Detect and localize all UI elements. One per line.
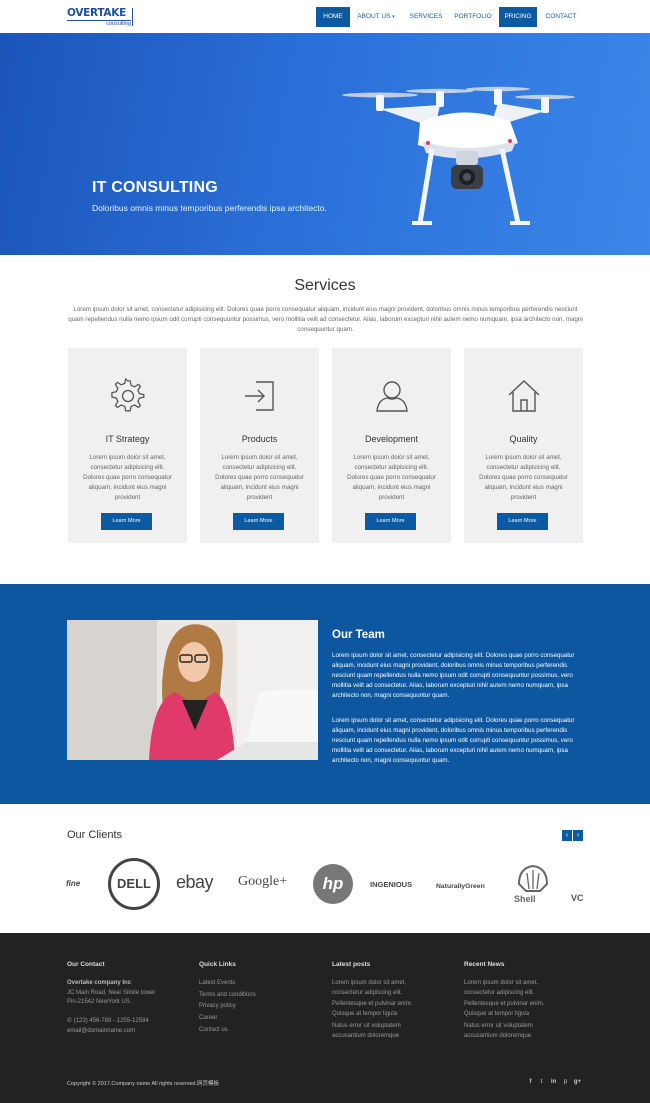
phone-icon: ✆ [67, 1018, 74, 1024]
footer-post-line[interactable]: Natus error sit voluptatem [332, 1021, 401, 1031]
logo-sub-text: consulting [67, 20, 131, 28]
service-card-quality: Quality Lorem ipsum dolor sit amet, cons… [464, 348, 583, 543]
service-card-it-strategy: IT Strategy Lorem ipsum dolor sit amet, … [68, 348, 187, 543]
logo[interactable]: OVERTAKE consulting [67, 7, 133, 28]
learn-more-button[interactable]: Learn More [497, 513, 548, 530]
shell-icon [517, 864, 549, 892]
client-logo-naturallygreen: NaturallyGreen [436, 883, 485, 890]
nav-services[interactable]: SERVICES [406, 7, 446, 27]
learn-more-button[interactable]: Learn More [233, 513, 284, 530]
footer-news-line[interactable]: Lorem ipsum dolor sit amet, [464, 978, 538, 988]
service-card-title: Products [241, 434, 278, 444]
service-card-development: Development Lorem ipsum dolor sit amet, … [332, 348, 451, 543]
footer-company-name: Overtake company Inc [67, 980, 132, 986]
footer-copyright: Copyright © 2017.Company name All rights… [67, 1081, 220, 1087]
twitter-icon[interactable]: t [537, 1079, 546, 1085]
footer-post-line[interactable]: Quisque at tempor ligula [332, 1009, 397, 1019]
chevron-left-icon[interactable]: ‹ [562, 830, 572, 841]
hero-subtitle: Doloribus omnis minus temporibus perfere… [92, 203, 327, 213]
service-card-title: Development [364, 434, 419, 444]
client-logo-vc: VC [571, 893, 584, 903]
footer-link-privacy[interactable]: Privacy policy [199, 1001, 236, 1011]
client-logo-dell: DELL [108, 858, 160, 910]
linkedin-icon[interactable]: in [549, 1079, 558, 1085]
footer-phone: ✆ (123) 456-789 - 1255-12584 [67, 1016, 149, 1026]
footer-news-line[interactable]: Pellentesque et pulvinar enim. [464, 999, 544, 1009]
footer-link-career[interactable]: Career [199, 1013, 217, 1023]
user-icon [376, 381, 408, 412]
chevron-down-icon: ▾ [392, 14, 395, 20]
learn-more-button[interactable]: Learn More [101, 513, 152, 530]
service-card-products: Products Lorem ipsum dolor sit amet, con… [200, 348, 319, 543]
footer-quick-links-heading: Quick Links [199, 961, 236, 968]
chevron-right-icon[interactable]: › [573, 830, 583, 841]
google-plus-icon[interactable]: g+ [573, 1079, 582, 1085]
nav-about-us-label: ABOUT US [357, 13, 391, 20]
clients-heading: Our Clients [67, 829, 123, 841]
facebook-icon[interactable]: f [526, 1079, 535, 1085]
footer-latest-posts-heading: Latest posts [332, 961, 371, 968]
footer-post-line[interactable]: accusantium doloremque [332, 1031, 399, 1041]
footer-news-line[interactable]: accusantium doloremque [464, 1031, 531, 1041]
footer-address-line: Pin-21542 NewYork US. [67, 999, 132, 1005]
hero-banner: IT CONSULTING Doloribus omnis minus temp… [0, 33, 650, 255]
home-icon [508, 380, 540, 412]
team-paragraph: Lorem ipsum dolor sit amet, consectetur … [332, 652, 575, 700]
footer-post-line[interactable]: consectetur adipiscing elit. [332, 988, 402, 998]
client-logo-shell: Shell [514, 894, 536, 904]
learn-more-button[interactable]: Learn More [365, 513, 416, 530]
sign-in-icon [245, 381, 274, 411]
footer-phone-text: (123) 456-789 - 1255-12584 [73, 1018, 149, 1024]
footer-email[interactable]: email@domainname.com [67, 1026, 135, 1036]
client-logo-fine: fine [66, 879, 81, 888]
nav-portfolio[interactable]: PORTFOLIO [451, 7, 495, 27]
footer-link-latest-events[interactable]: Latest Events [199, 978, 235, 988]
services-heading: Services [294, 277, 356, 294]
client-logo-ebay: ebay [176, 872, 214, 892]
pinterest-icon[interactable]: p [561, 1079, 570, 1085]
service-card-title: Quality [509, 434, 538, 444]
service-card-text: Lorem ipsum dolor sit amet, consectetur … [479, 454, 568, 501]
footer-post-line[interactable]: Pellentesque et pulvinar enim. [332, 999, 412, 1009]
team-paragraph: Lorem ipsum dolor sit amet, consectetur … [332, 717, 575, 765]
site-footer: Our Contact Overtake company Inc JC Main… [0, 933, 650, 1103]
hero-title: IT CONSULTING [92, 179, 218, 196]
team-section: Our Team Lorem ipsum dolor sit amet, con… [0, 584, 650, 804]
team-heading: Our Team [332, 629, 385, 641]
footer-news-line[interactable]: Natus error sit voluptatem [464, 1021, 533, 1031]
client-logo-google-plus: Google+ [238, 874, 288, 889]
nav-contact[interactable]: CONTACT [542, 7, 580, 27]
services-intro: Lorem ipsum dolor sit amet, consectetur … [68, 306, 583, 333]
footer-news-line[interactable]: Quisque at tempor ligula [464, 1009, 529, 1019]
site-header: OVERTAKE consulting HOME ABOUT US ▾ SERV… [0, 0, 650, 33]
service-card-text: Lorem ipsum dolor sit amet, consectetur … [215, 454, 304, 501]
logo-main-text: OVERTAKE [67, 7, 126, 19]
footer-news-line[interactable]: consectetur adipiscing elit. [464, 988, 534, 998]
footer-post-line[interactable]: Lorem ipsum dolor sit amet, [332, 978, 406, 988]
nav-pricing[interactable]: PRICING [499, 7, 537, 27]
team-photo [67, 620, 318, 760]
service-card-text: Lorem ipsum dolor sit amet, consectetur … [347, 454, 436, 501]
drone-image [342, 86, 575, 225]
footer-link-contact-us[interactable]: Contact us [199, 1025, 228, 1035]
service-card-title: IT Strategy [105, 434, 150, 444]
footer-contact-heading: Our Contact [67, 961, 105, 968]
nav-home[interactable]: HOME [316, 7, 350, 27]
footer-link-terms[interactable]: Terms and conditions [199, 990, 256, 1000]
gear-icon [111, 378, 145, 412]
footer-recent-news-heading: Recent News [464, 961, 505, 968]
nav-about-us[interactable]: ABOUT US ▾ [352, 7, 400, 27]
client-logo-ingenious: INGENIOUS [370, 880, 413, 889]
service-card-text: Lorem ipsum dolor sit amet, consectetur … [83, 454, 172, 501]
client-logo-hp: hp [313, 864, 353, 904]
logo-divider [132, 8, 133, 26]
